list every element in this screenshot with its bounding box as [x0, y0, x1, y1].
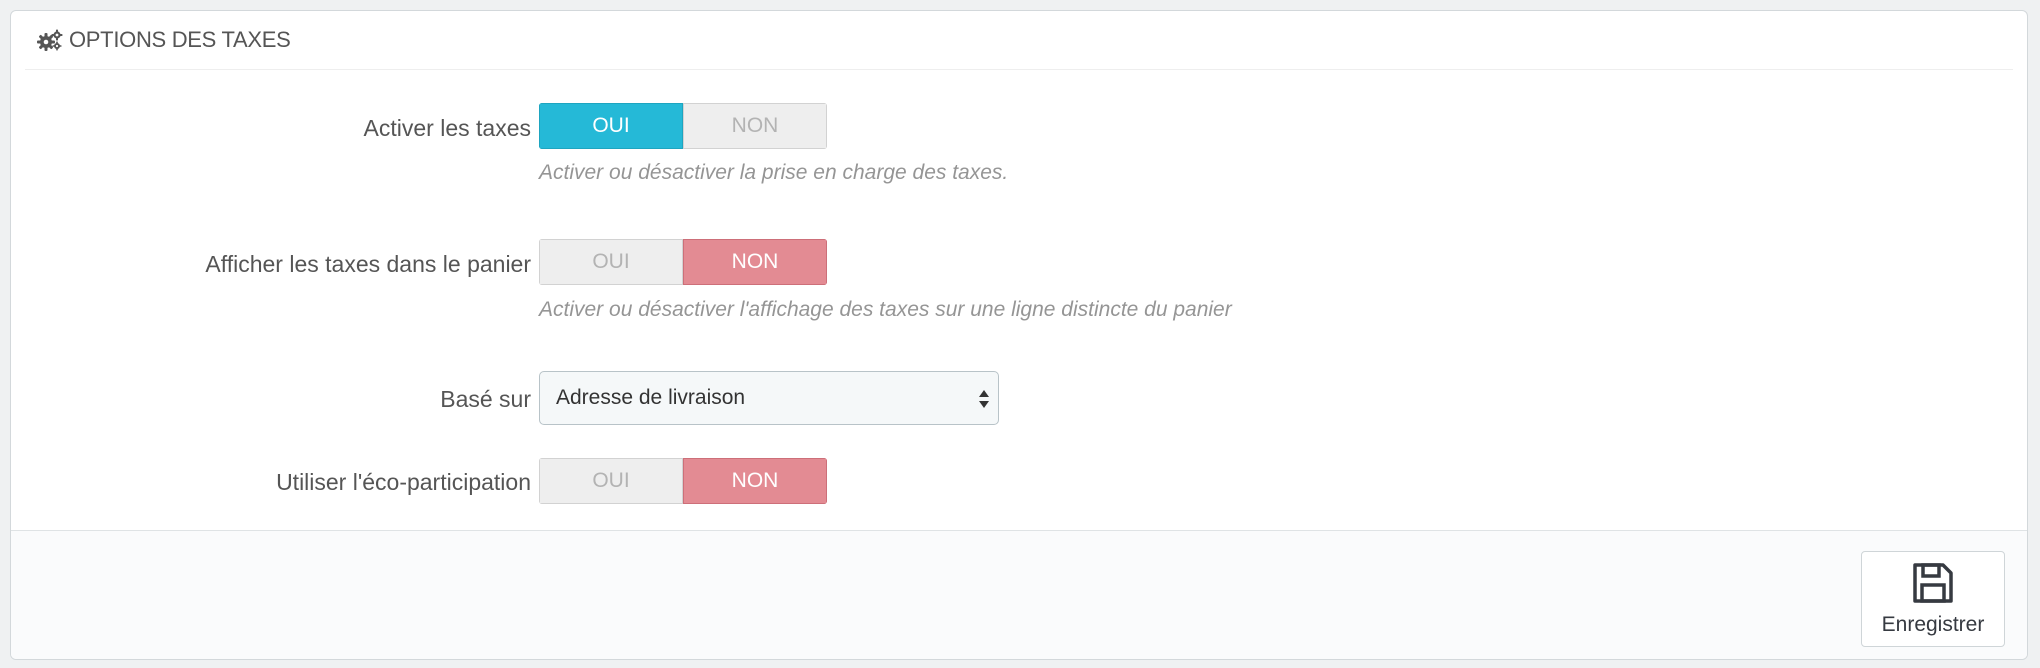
based-on-selected-value: Adresse de livraison	[556, 386, 746, 409]
display-taxes-cart-yes[interactable]: OUI	[539, 239, 683, 285]
enable-taxes-help: Activer ou désactiver la prise en charge…	[539, 161, 1009, 184]
field-label-eco-participation: Utiliser l'éco-participation	[276, 469, 531, 495]
enable-taxes-yes[interactable]: OUI	[539, 103, 683, 149]
eco-participation-no[interactable]: NON	[683, 458, 827, 504]
floppy-disk-icon	[1913, 563, 1953, 603]
cogs-icon	[37, 29, 63, 51]
field-label-based-on: Basé sur	[440, 386, 531, 412]
based-on-select[interactable]: Adresse de livraison	[539, 371, 999, 425]
select-arrows-icon	[979, 390, 989, 408]
eco-participation-switch[interactable]: OUI NON	[539, 458, 827, 504]
eco-participation-yes[interactable]: OUI	[539, 458, 683, 504]
panel-title: OPTIONS DES TAXES	[69, 27, 291, 52]
display-taxes-cart-help: Activer ou désactiver l'affichage des ta…	[539, 298, 1232, 321]
save-button-label: Enregistrer	[1881, 613, 1985, 636]
panel-footer: Enregistrer	[11, 530, 2027, 659]
save-button[interactable]: Enregistrer	[1861, 551, 2005, 647]
field-label-display-taxes-cart: Afficher les taxes dans le panier	[205, 251, 531, 277]
display-taxes-cart-no[interactable]: NON	[683, 239, 827, 285]
enable-taxes-no[interactable]: NON	[683, 103, 827, 149]
panel-heading: OPTIONS DES TAXES	[25, 11, 2013, 70]
tax-options-panel: OPTIONS DES TAXES Activer les taxes OUI …	[10, 10, 2028, 660]
display-taxes-cart-switch[interactable]: OUI NON	[539, 239, 827, 285]
enable-taxes-switch[interactable]: OUI NON	[539, 103, 827, 149]
field-label-enable-taxes: Activer les taxes	[363, 115, 531, 141]
